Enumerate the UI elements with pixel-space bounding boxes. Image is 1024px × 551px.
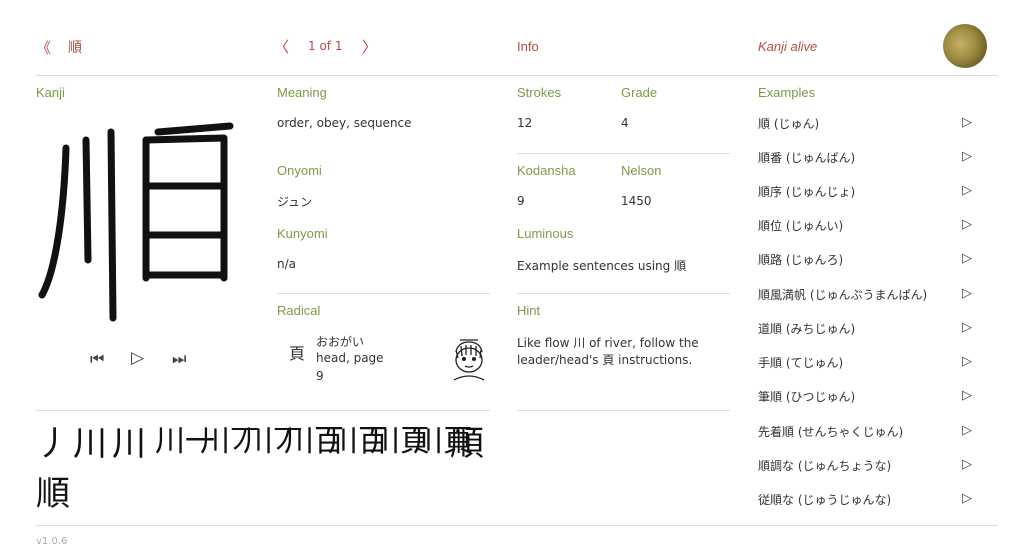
luminous-label: Luminous bbox=[517, 226, 574, 241]
stroke-step: 川 bbox=[112, 424, 146, 464]
stroke-step: 丿 bbox=[36, 424, 70, 464]
example-item: 手順 (てじゅん) ▷ bbox=[758, 354, 978, 372]
example-item: 順序 (じゅんじょ) ▷ bbox=[758, 183, 978, 201]
stroke-step: 順 bbox=[36, 474, 70, 514]
play-audio-icon[interactable]: ▷ bbox=[962, 149, 972, 164]
meaning-value: order, obey, sequence bbox=[277, 116, 412, 130]
kanji-label: Kanji bbox=[36, 85, 65, 100]
example-text: 手順 (てじゅん) bbox=[758, 356, 844, 370]
example-item: 順番 (じゅんばん) ▷ bbox=[758, 149, 978, 167]
meaning-divider bbox=[277, 293, 490, 294]
strokes-label: Strokes bbox=[517, 85, 562, 100]
example-item: 従順な (じゅうじゅんな) ▷ bbox=[758, 491, 978, 509]
footer-divider bbox=[36, 525, 998, 526]
grade-value: 4 bbox=[621, 116, 629, 130]
play-audio-icon[interactable]: ▷ bbox=[962, 183, 972, 198]
example-item: 順位 (じゅんい) ▷ bbox=[758, 217, 978, 235]
play-first-button[interactable]: ⏮ bbox=[90, 349, 104, 369]
radical-meaning: head, page bbox=[316, 351, 384, 365]
nelson-label: Nelson bbox=[621, 163, 662, 178]
example-item: 先着順 (せんちゃくじゅん) ▷ bbox=[758, 423, 978, 441]
play-button[interactable]: ▷ bbox=[131, 348, 144, 368]
version-label: v1.0.6 bbox=[36, 536, 68, 547]
header-divider bbox=[36, 75, 998, 76]
kunyomi-value: n/a bbox=[277, 257, 297, 271]
stroke-step: 川 bbox=[73, 424, 107, 464]
onyomi-label: Onyomi bbox=[277, 163, 322, 178]
avatar[interactable] bbox=[943, 24, 987, 68]
play-audio-icon[interactable]: ▷ bbox=[962, 457, 972, 472]
back-button[interactable]: 《 bbox=[36, 37, 51, 58]
kanji-divider bbox=[36, 410, 490, 411]
example-text: 道順 (みちじゅん) bbox=[758, 322, 856, 336]
radical-strokes: 9 bbox=[316, 369, 324, 383]
play-last-button[interactable]: ⏭ bbox=[172, 349, 186, 369]
pager-label: 1 of 1 bbox=[308, 39, 343, 53]
kanji-stroke-drawing bbox=[38, 122, 234, 322]
radical-illustration-icon bbox=[453, 339, 485, 381]
info-title: Info bbox=[517, 39, 539, 54]
example-text: 筆順 (ひつじゅん) bbox=[758, 390, 856, 404]
nelson-value: 1450 bbox=[621, 194, 652, 208]
next-page-button[interactable]: 〉 bbox=[362, 36, 377, 57]
play-audio-icon[interactable]: ▷ bbox=[962, 286, 972, 301]
play-audio-icon[interactable]: ▷ bbox=[962, 320, 972, 335]
example-text: 順序 (じゅんじょ) bbox=[758, 185, 856, 199]
stroke-step: 順 bbox=[450, 424, 484, 464]
example-item: 順調な (じゅんちょうな) ▷ bbox=[758, 457, 978, 475]
app-title[interactable]: Kanji alive bbox=[758, 39, 817, 54]
example-text: 順調な (じゅんちょうな) bbox=[758, 459, 892, 473]
example-item: 順風満帆 (じゅんぷうまんぱん) ▷ bbox=[758, 286, 978, 304]
play-audio-icon[interactable]: ▷ bbox=[962, 491, 972, 506]
example-text: 順 (じゅん) bbox=[758, 117, 820, 131]
play-audio-icon[interactable]: ▷ bbox=[962, 423, 972, 438]
play-audio-icon[interactable]: ▷ bbox=[962, 354, 972, 369]
radical-label: Radical bbox=[277, 303, 321, 318]
examples-label: Examples bbox=[758, 85, 816, 100]
onyomi-value: ジュン bbox=[277, 195, 313, 209]
strokes-value: 12 bbox=[517, 116, 533, 130]
play-audio-icon[interactable]: ▷ bbox=[962, 217, 972, 232]
example-item: 順路 (じゅんろ) ▷ bbox=[758, 251, 978, 269]
prev-page-button[interactable]: 〈 bbox=[274, 36, 289, 57]
hint-label: Hint bbox=[517, 303, 541, 318]
hint-line-1: Like flow 川 of river, follow the bbox=[517, 336, 699, 350]
example-item: 道順 (みちじゅん) ▷ bbox=[758, 320, 978, 338]
example-text: 順番 (じゅんばん) bbox=[758, 151, 856, 165]
info-divider-2 bbox=[517, 293, 730, 294]
kodansha-value: 9 bbox=[517, 194, 525, 208]
example-text: 従順な (じゅうじゅんな) bbox=[758, 493, 892, 507]
kodansha-label: Kodansha bbox=[517, 163, 576, 178]
play-audio-icon[interactable]: ▷ bbox=[962, 388, 972, 403]
grade-label: Grade bbox=[621, 85, 658, 100]
example-text: 順風満帆 (じゅんぷうまんぱん) bbox=[758, 288, 928, 302]
example-text: 先着順 (せんちゃくじゅん) bbox=[758, 425, 904, 439]
info-divider-3 bbox=[517, 410, 730, 411]
example-item: 順 (じゅん) ▷ bbox=[758, 115, 978, 133]
play-audio-icon[interactable]: ▷ bbox=[962, 251, 972, 266]
radical-character: 頁 bbox=[289, 344, 306, 363]
example-item: 筆順 (ひつじゅん) ▷ bbox=[758, 388, 978, 406]
header-kanji: 順 bbox=[68, 40, 82, 56]
example-text: 順位 (じゅんい) bbox=[758, 219, 844, 233]
hint-line-2: leader/head's 頁 instructions. bbox=[517, 353, 693, 367]
kunyomi-label: Kunyomi bbox=[277, 226, 328, 241]
luminous-link[interactable]: Example sentences using 順 bbox=[517, 257, 686, 274]
meaning-label: Meaning bbox=[277, 85, 327, 100]
play-audio-icon[interactable]: ▷ bbox=[962, 115, 972, 130]
example-text: 順路 (じゅんろ) bbox=[758, 253, 844, 267]
info-divider-1 bbox=[517, 153, 730, 154]
radical-reading: おおがい bbox=[316, 335, 365, 349]
